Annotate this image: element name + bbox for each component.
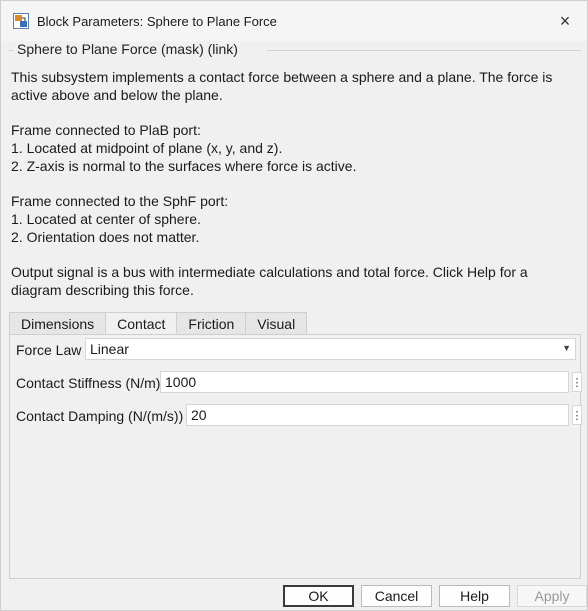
contact-stiffness-value: 1000 (165, 374, 197, 390)
contact-stiffness-input[interactable]: 1000 (160, 371, 569, 393)
description-paragraph: Frame connected to PlaB port: 1. Located… (11, 121, 577, 175)
force-law-row: Force Law Linear ▼ (10, 338, 580, 361)
description-line: 1. Located at center of sphere. (11, 211, 201, 227)
force-law-value: Linear (90, 341, 129, 357)
force-law-label: Force Law (16, 342, 82, 358)
close-icon: × (559, 10, 571, 31)
kebab-menu-icon: ⋮ (571, 409, 583, 422)
description-line: Frame connected to PlaB port: (11, 122, 201, 138)
contact-stiffness-row: Contact Stiffness (N/m) 1000 ⋮ (10, 371, 583, 394)
window-title: Block Parameters: Sphere to Plane Force (37, 13, 277, 29)
description-paragraph: Output signal is a bus with intermediate… (11, 264, 528, 298)
group-border (9, 50, 13, 51)
description-paragraph: Frame connected to the SphF port: 1. Loc… (11, 192, 577, 246)
description-line: 2. Orientation does not matter. (11, 229, 200, 245)
chevron-down-icon: ▼ (562, 343, 571, 353)
contact-tab-panel: Force Law Linear ▼ Contact Stiffness (N/… (9, 334, 583, 579)
contact-damping-input[interactable]: 20 (186, 404, 569, 426)
help-button[interactable]: Help (439, 585, 510, 607)
title-bar: Block Parameters: Sphere to Plane Force … (1, 1, 587, 41)
dialog-buttons: OK Cancel Help Apply (1, 585, 588, 607)
description-line: Frame connected to the SphF port: (11, 193, 229, 209)
contact-damping-value: 20 (191, 407, 207, 423)
group-border (267, 50, 581, 51)
tab-visual[interactable]: Visual (245, 312, 308, 334)
kebab-menu-icon: ⋮ (571, 376, 583, 389)
contact-stiffness-label: Contact Stiffness (N/m) (16, 375, 161, 391)
tab-contact[interactable]: Contact (105, 312, 178, 334)
mask-description: This subsystem implements a contact forc… (11, 68, 577, 316)
cancel-button[interactable]: Cancel (361, 585, 432, 607)
contact-damping-options-button[interactable]: ⋮ (571, 405, 583, 425)
block-parameters-dialog: Block Parameters: Sphere to Plane Force … (0, 0, 588, 611)
contact-damping-row: Contact Damping (N/(m/s)) 20 ⋮ (10, 404, 583, 427)
description-paragraph: This subsystem implements a contact forc… (11, 69, 553, 103)
close-button[interactable]: × (553, 9, 577, 33)
description-line: 1. Located at midpoint of plane (x, y, a… (11, 140, 283, 156)
tab-friction[interactable]: Friction (176, 312, 247, 334)
apply-button[interactable]: Apply (517, 585, 587, 607)
simulink-block-icon (13, 13, 29, 29)
ok-button[interactable]: OK (283, 585, 354, 607)
force-law-select[interactable]: Linear ▼ (85, 338, 576, 360)
group-title: Sphere to Plane Force (mask) (link) (15, 41, 240, 57)
tab-dimensions[interactable]: Dimensions (9, 312, 107, 334)
description-line: 2. Z-axis is normal to the surfaces wher… (11, 158, 357, 174)
parameter-tabs: Dimensions Contact Friction Visual (9, 312, 308, 334)
contact-damping-label: Contact Damping (N/(m/s)) (16, 408, 184, 424)
contact-stiffness-options-button[interactable]: ⋮ (571, 372, 583, 392)
